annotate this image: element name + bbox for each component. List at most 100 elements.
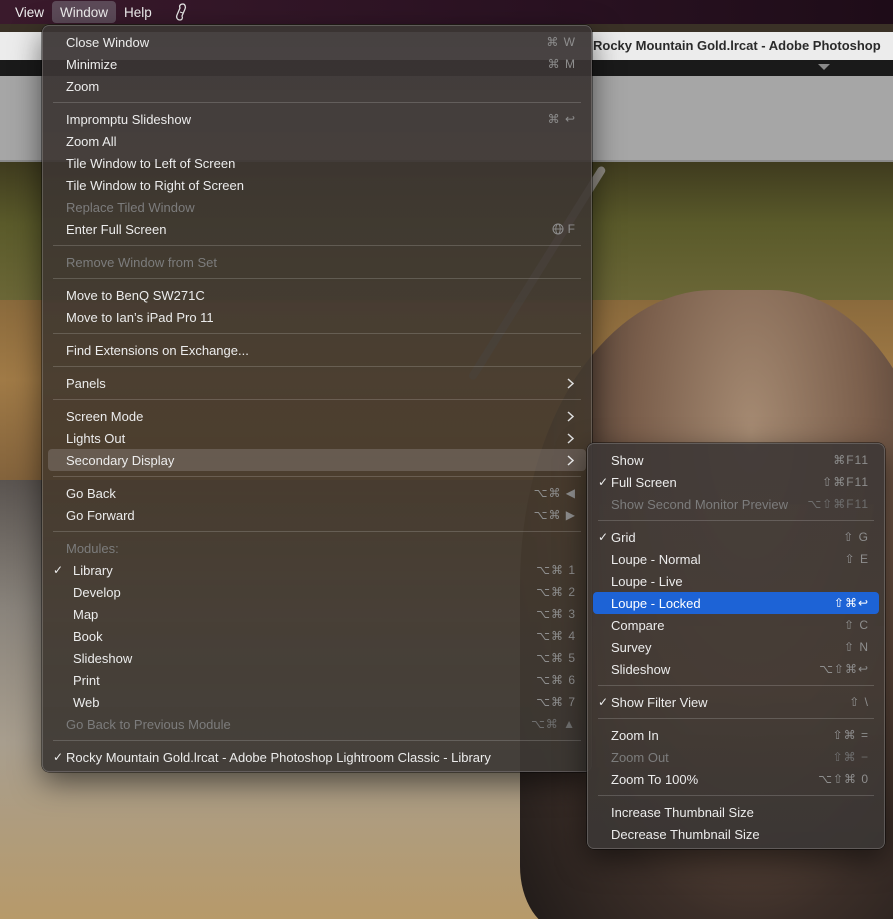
- shortcut-label: ⌥⌘ 1: [536, 563, 576, 577]
- menu-item-survey[interactable]: Survey ⇧ N: [593, 636, 879, 658]
- menu-item-label: Zoom Out: [611, 749, 669, 765]
- menu-item-zoom-out: Zoom Out ⇧⌘ −: [593, 746, 879, 768]
- menu-item-compare[interactable]: Compare ⇧ C: [593, 614, 879, 636]
- secondary-display-submenu: Show ⌘F11 ✓ Full Screen ⇧⌘F11 Show Secon…: [587, 443, 885, 849]
- menu-separator: [598, 520, 874, 521]
- menu-item-module-map[interactable]: Map ⌥⌘ 3: [48, 603, 586, 625]
- menu-item-enter-full-screen[interactable]: Enter Full Screen F: [48, 218, 586, 240]
- menu-item-label: Develop: [73, 584, 121, 600]
- menu-item-zoom-100[interactable]: Zoom To 100% ⌥⇧⌘ 0: [593, 768, 879, 790]
- menu-view[interactable]: View: [0, 1, 52, 23]
- menu-item-go-back[interactable]: Go Back ⌥⌘ ◀: [48, 482, 586, 504]
- menu-item-label: Zoom In: [611, 727, 659, 743]
- shortcut-label: ⇧⌘ =: [832, 728, 869, 742]
- menu-item-module-print[interactable]: Print ⌥⌘ 6: [48, 669, 586, 691]
- menu-item-loupe-live[interactable]: Loupe - Live: [593, 570, 879, 592]
- shortcut-label: ⌥⇧⌘ 0: [818, 772, 869, 786]
- menu-item-grid[interactable]: ✓ Grid ⇧ G: [593, 526, 879, 548]
- menu-item-minimize[interactable]: Minimize ⌘ M: [48, 53, 586, 75]
- menu-bar: View Window Help: [0, 0, 893, 24]
- menu-item-current-window[interactable]: ✓ Rocky Mountain Gold.lrcat - Adobe Phot…: [48, 746, 586, 768]
- menu-item-label: Library: [73, 562, 113, 578]
- shortcut-label: ⌥⌘ 4: [536, 629, 576, 643]
- checkmark-icon: ✓: [52, 563, 64, 577]
- menu-item-label: Close Window: [66, 34, 150, 50]
- menu-item-impromptu-slideshow[interactable]: Impromptu Slideshow ⌘ ↩: [48, 108, 586, 130]
- menu-item-label: Survey: [611, 639, 652, 655]
- menu-item-decrease-thumbnail[interactable]: Decrease Thumbnail Size: [593, 823, 879, 845]
- shortcut-label: ⇧⌘↩: [833, 596, 869, 610]
- menu-window[interactable]: Window: [52, 1, 117, 23]
- shortcut-label: ⌘ W: [546, 35, 576, 49]
- menu-item-loupe-normal[interactable]: Loupe - Normal ⇧ E: [593, 548, 879, 570]
- menu-item-label: Remove Window from Set: [66, 254, 217, 270]
- menu-item-move-benq[interactable]: Move to BenQ SW271C: [48, 284, 586, 306]
- menu-item-module-develop[interactable]: Develop ⌥⌘ 2: [48, 581, 586, 603]
- menu-item-screen-mode[interactable]: Screen Mode: [48, 405, 586, 427]
- script-icon[interactable]: [170, 1, 192, 23]
- shortcut-label: ⇧ \: [849, 695, 869, 709]
- menu-item-full-screen[interactable]: ✓ Full Screen ⇧⌘F11: [593, 471, 879, 493]
- menu-item-tile-right[interactable]: Tile Window to Right of Screen: [48, 174, 586, 196]
- menu-item-label: Tile Window to Left of Screen: [66, 155, 236, 171]
- menu-item-label: Enter Full Screen: [66, 221, 167, 237]
- menu-item-label: Loupe - Normal: [611, 551, 701, 567]
- menu-item-module-library[interactable]: ✓ Library ⌥⌘ 1: [48, 559, 586, 581]
- menu-help[interactable]: Help: [116, 1, 160, 23]
- menu-item-label: Show Second Monitor Preview: [611, 496, 789, 512]
- menu-item-label: Show: [611, 452, 644, 468]
- shortcut-label: ⌥⌘ 6: [536, 673, 576, 687]
- menu-item-module-book[interactable]: Book ⌥⌘ 4: [48, 625, 586, 647]
- menu-item-go-back-previous-module: Go Back to Previous Module ⌥⌘ ▲: [48, 713, 586, 735]
- menu-item-slideshow[interactable]: Slideshow ⌥⇧⌘↩: [593, 658, 879, 680]
- menu-separator: [53, 278, 581, 279]
- menu-item-secondary-display[interactable]: Secondary Display: [48, 449, 586, 471]
- triangle-down-icon[interactable]: [818, 64, 830, 70]
- menu-item-loupe-locked[interactable]: Loupe - Locked ⇧⌘↩: [593, 592, 879, 614]
- menu-item-label: Slideshow: [73, 650, 133, 666]
- window-title: Rocky Mountain Gold.lrcat - Adobe Photos…: [593, 38, 881, 53]
- menu-item-label: Rocky Mountain Gold.lrcat - Adobe Photos…: [66, 749, 491, 765]
- checkmark-icon: ✓: [597, 475, 609, 489]
- shortcut-label: ⌘F11: [833, 453, 869, 467]
- menu-item-zoom-all[interactable]: Zoom All: [48, 130, 586, 152]
- menu-item-lights-out[interactable]: Lights Out: [48, 427, 586, 449]
- menu-item-find-extensions[interactable]: Find Extensions on Exchange...: [48, 339, 586, 361]
- menu-item-panels[interactable]: Panels: [48, 372, 586, 394]
- menu-item-zoom[interactable]: Zoom: [48, 75, 586, 97]
- menu-item-label: Move to Ian’s iPad Pro 11: [66, 309, 214, 325]
- menu-item-label: Book: [73, 628, 103, 644]
- shortcut-label: ⇧ N: [843, 640, 869, 654]
- shortcut-label: ⌘ ↩: [547, 112, 576, 126]
- menu-item-zoom-in[interactable]: Zoom In ⇧⌘ =: [593, 724, 879, 746]
- menu-item-tile-left[interactable]: Tile Window to Left of Screen: [48, 152, 586, 174]
- menu-separator: [53, 366, 581, 367]
- shortcut-label: ⌥⌘ 5: [536, 651, 576, 665]
- shortcut-label: ⌥⌘ 3: [536, 607, 576, 621]
- shortcut-label: ⇧ C: [843, 618, 869, 632]
- menu-item-label: Find Extensions on Exchange...: [66, 342, 249, 358]
- menu-separator: [598, 795, 874, 796]
- menu-item-label: Impromptu Slideshow: [66, 111, 191, 127]
- menu-item-go-forward[interactable]: Go Forward ⌥⌘ ▶: [48, 504, 586, 526]
- menu-item-label: Show Filter View: [611, 694, 708, 710]
- shortcut-label: ⇧⌘F11: [822, 475, 869, 489]
- menu-item-label: Zoom: [66, 78, 100, 94]
- menu-item-module-slideshow[interactable]: Slideshow ⌥⌘ 5: [48, 647, 586, 669]
- menu-item-label: Grid: [611, 529, 636, 545]
- menu-item-show-filter-view[interactable]: ✓ Show Filter View ⇧ \: [593, 691, 879, 713]
- menu-item-label: Panels: [66, 375, 106, 391]
- menu-item-show[interactable]: Show ⌘F11: [593, 449, 879, 471]
- menu-separator: [53, 245, 581, 246]
- menu-item-move-ipad[interactable]: Move to Ian’s iPad Pro 11: [48, 306, 586, 328]
- menu-item-close-window[interactable]: Close Window ⌘ W: [48, 31, 586, 53]
- menu-item-label: Minimize: [66, 56, 118, 72]
- menu-item-label: Replace Tiled Window: [66, 199, 195, 215]
- menu-item-label: Go Forward: [66, 507, 135, 523]
- shortcut-key: F: [567, 222, 576, 236]
- shortcut-label: ⌥⇧⌘F11: [807, 497, 869, 511]
- menu-item-show-second-monitor-preview: Show Second Monitor Preview ⌥⇧⌘F11: [593, 493, 879, 515]
- shortcut-label: ⌥⌘ ▲: [530, 717, 576, 731]
- menu-item-increase-thumbnail[interactable]: Increase Thumbnail Size: [593, 801, 879, 823]
- menu-item-module-web[interactable]: Web ⌥⌘ 7: [48, 691, 586, 713]
